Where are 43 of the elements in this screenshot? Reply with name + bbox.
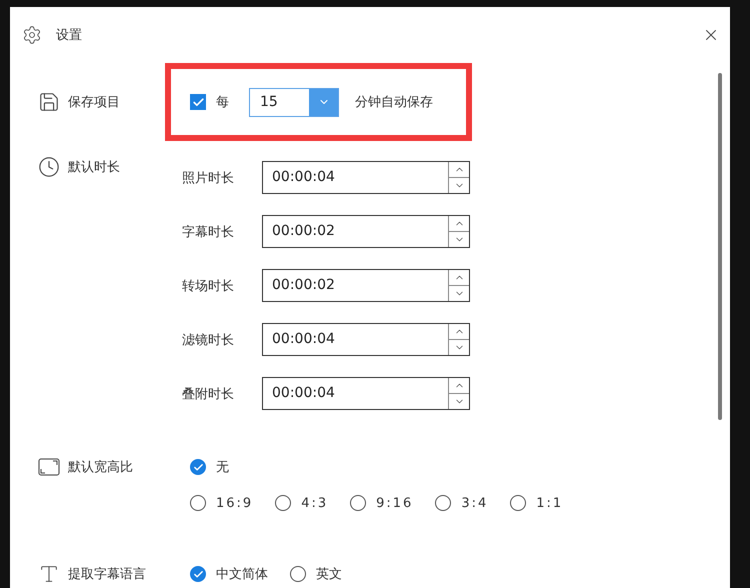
option-label[interactable]: 3:4 [461, 496, 488, 510]
radio-button[interactable] [435, 495, 452, 511]
time-spinner[interactable]: 00:00:02 [262, 215, 470, 248]
option-label[interactable]: 1:1 [536, 496, 564, 510]
option-label[interactable]: 中文简体 [216, 565, 268, 583]
section-label: 默认时长 [68, 159, 120, 176]
time-spinner[interactable]: 00:00:04 [262, 323, 470, 356]
radio-button[interactable] [290, 566, 306, 582]
option-label[interactable]: 9:16 [376, 496, 414, 510]
section-label: 保存项目 [68, 94, 120, 111]
settings-icon [22, 25, 42, 45]
time-spinner[interactable]: 00:00:04 [262, 161, 470, 194]
field-label: 叠附时长 [182, 386, 235, 402]
field-label: 照片时长 [182, 170, 235, 186]
radio-button[interactable] [190, 459, 206, 475]
checkbox-label[interactable]: 每 [216, 93, 229, 111]
radio-button[interactable] [350, 495, 366, 511]
option-label[interactable]: 英文 [316, 565, 342, 583]
checkbox[interactable] [190, 94, 206, 110]
check-icon [192, 568, 204, 580]
clock-icon [38, 156, 60, 178]
text-icon [38, 563, 60, 585]
interval-dropdown[interactable]: 15 [249, 88, 339, 116]
radio-button[interactable] [190, 495, 206, 511]
field-label: 字幕时长 [182, 224, 235, 240]
radio-button[interactable] [275, 495, 292, 511]
aspect-ratio-icon [38, 457, 60, 477]
option-label[interactable]: 无 [216, 458, 231, 476]
field-label: 转场时长 [182, 278, 235, 294]
option-label[interactable]: 4:3 [301, 496, 328, 510]
radio-button[interactable] [190, 566, 206, 582]
scrollbar-thumb[interactable] [718, 73, 722, 420]
section-label: 提取字幕语言 [68, 566, 146, 583]
suffix-label: 分钟自动保存 [355, 94, 433, 111]
radio-button[interactable] [510, 495, 526, 511]
dialog-title: 设置 [56, 27, 83, 44]
section-label: 默认宽高比 [68, 459, 133, 476]
check-icon [192, 462, 204, 472]
time-spinner[interactable]: 00:00:04 [262, 377, 470, 410]
option-label[interactable]: 16:9 [216, 496, 254, 510]
time-spinner[interactable]: 00:00:02 [262, 269, 470, 302]
check-icon [192, 96, 204, 108]
field-label: 滤镜时长 [182, 332, 235, 348]
